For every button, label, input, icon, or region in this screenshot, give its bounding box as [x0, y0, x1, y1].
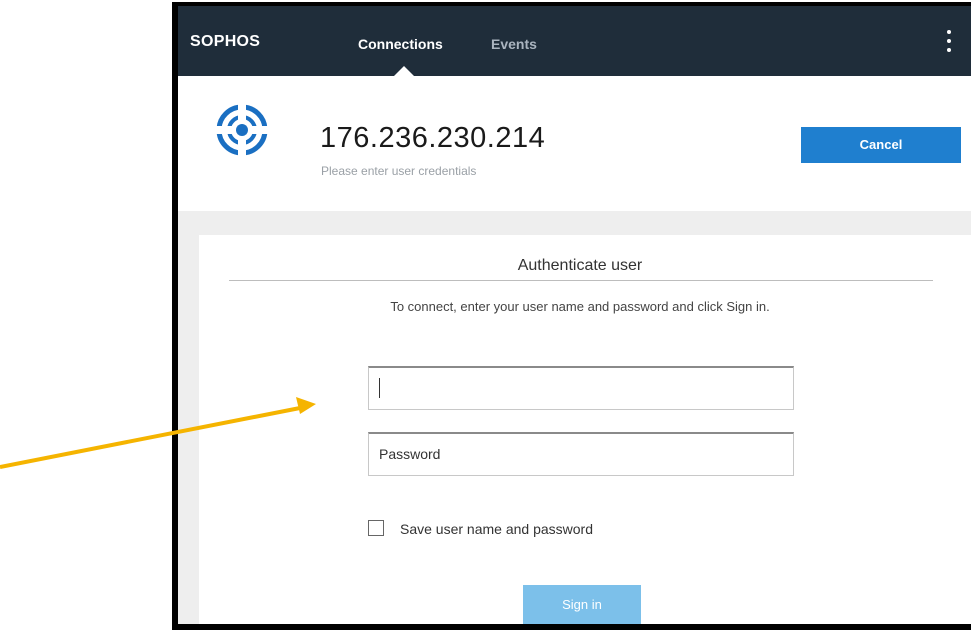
password-placeholder: Password [379, 446, 441, 462]
active-tab-indicator [394, 66, 414, 76]
window-border-left [172, 2, 178, 628]
window-border-top [172, 2, 971, 6]
authenticate-user-card: Authenticate user To connect, enter your… [199, 235, 971, 624]
window-border-bottom [172, 624, 971, 630]
connection-header: 176.236.230.214 Please enter user creden… [178, 76, 971, 211]
save-credentials-label[interactable]: Save user name and password [400, 521, 593, 537]
card-title: Authenticate user [517, 257, 643, 274]
username-input[interactable] [368, 366, 794, 410]
connection-subtitle: Please enter user credentials [321, 164, 477, 178]
connection-target-icon [215, 103, 269, 157]
connection-ip-address: 176.236.230.214 [320, 122, 546, 154]
tab-connections[interactable]: Connections [358, 36, 443, 52]
save-credentials-checkbox[interactable] [368, 520, 384, 536]
top-navigation-bar: SOPHOS Connections Events [178, 6, 971, 76]
sophos-logo: SOPHOS [190, 33, 261, 50]
title-divider [229, 280, 933, 281]
auth-instructions: To connect, enter your user name and pas… [390, 299, 770, 314]
cancel-button[interactable]: Cancel [801, 127, 961, 163]
text-cursor [379, 378, 380, 398]
tab-events[interactable]: Events [491, 36, 537, 52]
kebab-menu-icon[interactable] [946, 30, 952, 60]
sign-in-button[interactable]: Sign in [523, 585, 641, 624]
password-input[interactable]: Password [368, 432, 794, 476]
